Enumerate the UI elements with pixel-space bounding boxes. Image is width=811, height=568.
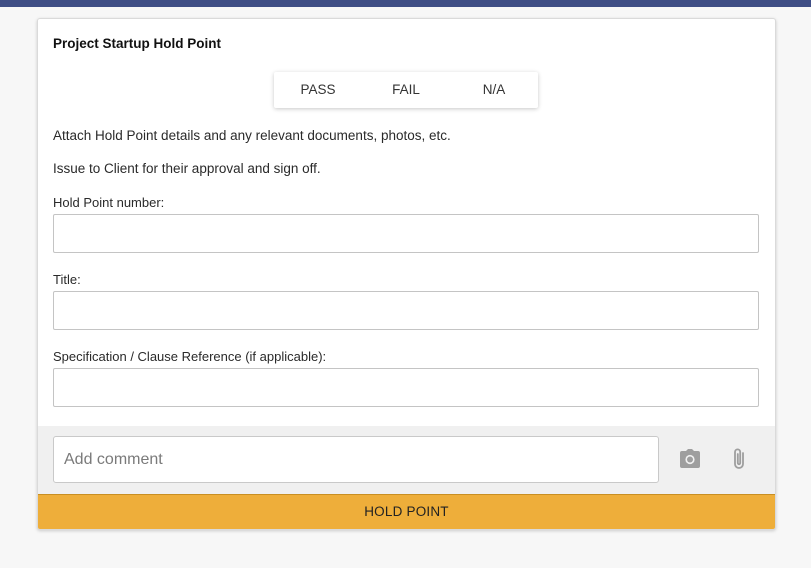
comment-bar	[38, 426, 775, 494]
na-option-button[interactable]: N/A	[450, 72, 538, 108]
camera-icon[interactable]	[676, 445, 704, 473]
result-toggle-group: PASS FAIL N/A	[274, 72, 538, 108]
title-input[interactable]	[53, 291, 759, 330]
hold-point-button[interactable]: HOLD POINT	[38, 494, 775, 529]
hold-point-card: Project Startup Hold Point PASS FAIL N/A…	[37, 18, 776, 530]
hold-point-number-input[interactable]	[53, 214, 759, 253]
spec-reference-label: Specification / Clause Reference (if app…	[53, 349, 327, 364]
spec-reference-input[interactable]	[53, 368, 759, 407]
top-app-bar	[0, 0, 811, 7]
add-comment-input[interactable]	[53, 436, 659, 483]
section-title: Project Startup Hold Point	[53, 36, 222, 51]
instruction-text-issue: Issue to Client for their approval and s…	[53, 161, 321, 176]
paperclip-icon[interactable]	[726, 445, 754, 473]
title-label: Title:	[53, 272, 81, 287]
fail-option-button[interactable]: FAIL	[362, 72, 450, 108]
hold-point-number-label: Hold Point number:	[53, 195, 165, 210]
instruction-text-attach: Attach Hold Point details and any releva…	[53, 128, 451, 143]
pass-option-button[interactable]: PASS	[274, 72, 362, 108]
